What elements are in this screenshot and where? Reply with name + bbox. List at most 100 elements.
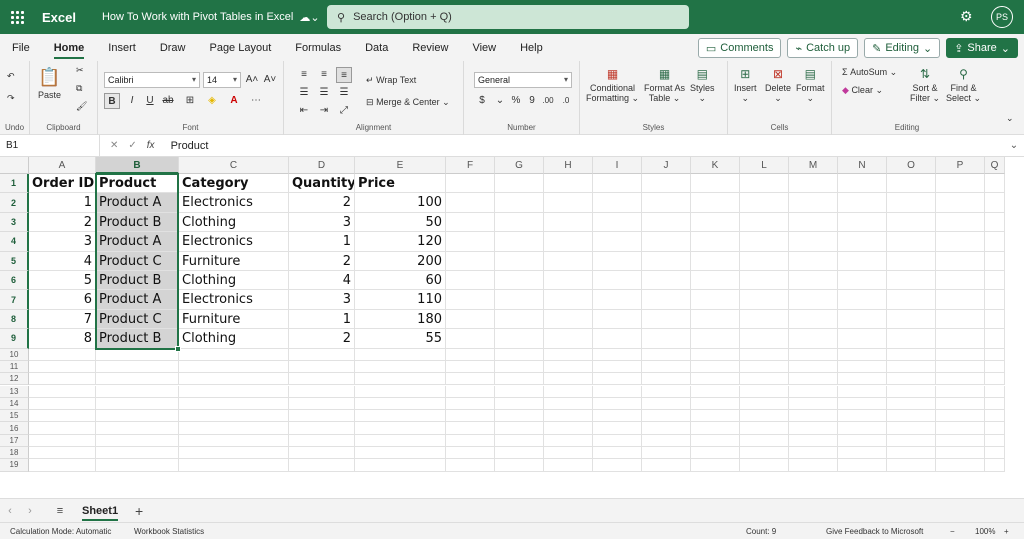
cell-o6[interactable] [887,271,936,291]
cell-q4[interactable] [985,232,1005,252]
cell-k1[interactable] [691,174,740,194]
cell-n2[interactable] [838,193,887,213]
align-center-icon[interactable]: ☰ [316,85,332,101]
sort-filter-button[interactable]: ⇅ Sort & Filter ⌄ [910,67,940,104]
cell-b17[interactable] [96,434,179,447]
cell-o9[interactable] [887,329,936,349]
increase-decimal-icon[interactable]: .00 [540,93,556,109]
cell-g7[interactable] [495,290,544,310]
format-as-table-button[interactable]: ▦ Format As Table ⌄ [644,67,685,104]
cell-f7[interactable] [446,290,495,310]
borders-icon[interactable]: ⊞ [182,93,198,109]
bold-button[interactable]: B [104,93,120,109]
align-bottom-icon[interactable]: ≡ [336,67,352,83]
tab-view[interactable]: View [460,34,508,61]
column-header-g[interactable]: G [495,157,544,174]
cell-l1[interactable] [740,174,789,194]
cell-m4[interactable] [789,232,838,252]
cell-a12[interactable] [29,373,96,386]
row-header-18[interactable]: 18 [0,447,29,460]
cell-e16[interactable] [355,422,446,435]
cell-q15[interactable] [985,410,1005,423]
align-top-icon[interactable]: ≡ [296,67,312,83]
cell-i18[interactable] [593,447,642,460]
cell-e18[interactable] [355,447,446,460]
cell-n7[interactable] [838,290,887,310]
cell-b3[interactable]: Product B [96,212,179,233]
cell-l9[interactable] [740,329,789,349]
find-select-button[interactable]: ⚲ Find & Select ⌄ [946,67,981,104]
cell-p6[interactable] [936,271,985,291]
cell-d9[interactable]: 2 [289,329,355,349]
fill-color-icon[interactable]: ◈ [204,93,220,109]
cell-e6[interactable]: 60 [355,271,446,291]
cell-a16[interactable] [29,422,96,435]
cell-b2[interactable]: Product A [96,193,179,213]
row-header-15[interactable]: 15 [0,410,29,423]
cell-h15[interactable] [544,410,593,423]
column-header-p[interactable]: P [936,157,985,174]
autosave-status-icon[interactable]: ☁⌄ [299,11,319,24]
cell-f6[interactable] [446,271,495,291]
cell-g2[interactable] [495,193,544,213]
cell-p1[interactable] [936,174,985,194]
column-header-j[interactable]: J [642,157,691,174]
cell-j12[interactable] [642,373,691,386]
document-title[interactable]: How To Work with Pivot Tables in Excel [102,11,293,23]
cell-n16[interactable] [838,422,887,435]
comma-style-icon[interactable]: 9 [524,93,540,109]
cell-o17[interactable] [887,434,936,447]
cell-j6[interactable] [642,271,691,291]
cell-b19[interactable] [96,459,179,472]
cell-h11[interactable] [544,360,593,374]
cell-c19[interactable] [179,459,289,472]
decrease-decimal-icon[interactable]: .0 [558,93,574,109]
cell-n5[interactable] [838,251,887,271]
format-painter-icon[interactable]: 🖌 [76,101,87,112]
cell-b11[interactable] [96,360,179,374]
cell-m15[interactable] [789,410,838,423]
cell-b1[interactable]: Product [96,174,179,194]
cell-m18[interactable] [789,447,838,460]
column-header-h[interactable]: H [544,157,593,174]
cell-q3[interactable] [985,212,1005,233]
align-left-icon[interactable]: ☰ [296,85,312,101]
cell-q6[interactable] [985,271,1005,291]
cell-d8[interactable]: 1 [289,309,355,330]
cell-m6[interactable] [789,271,838,291]
cell-c4[interactable]: Electronics [179,232,289,252]
cell-i2[interactable] [593,193,642,213]
cell-p13[interactable] [936,385,985,398]
cell-q11[interactable] [985,360,1005,374]
cell-m1[interactable] [789,174,838,194]
cell-p18[interactable] [936,447,985,460]
worksheet-grid[interactable]: A B C D E F G H I J K L M N O P Q 1 Order ID Product Categor… [0,157,1024,498]
tab-insert[interactable]: Insert [96,34,148,61]
cell-c5[interactable]: Furniture [179,251,289,271]
zoom-level[interactable]: 100% [975,527,995,536]
cell-j4[interactable] [642,232,691,252]
cell-k17[interactable] [691,434,740,447]
cell-o14[interactable] [887,397,936,411]
cell-n13[interactable] [838,385,887,398]
cell-h1[interactable] [544,174,593,194]
underline-button[interactable]: U [142,93,158,109]
all-sheets-icon[interactable]: ≡ [48,505,72,517]
cell-e19[interactable] [355,459,446,472]
delete-cells-button[interactable]: ⊠ Delete ⌄ [765,67,791,104]
row-header-13[interactable]: 13 [0,385,29,398]
cell-j5[interactable] [642,251,691,271]
cell-k5[interactable] [691,251,740,271]
cell-h16[interactable] [544,422,593,435]
cell-l11[interactable] [740,360,789,374]
cell-p7[interactable] [936,290,985,310]
cell-o19[interactable] [887,459,936,472]
cell-n10[interactable] [838,348,887,361]
cell-d6[interactable]: 4 [289,271,355,291]
cell-k2[interactable] [691,193,740,213]
cell-q2[interactable] [985,193,1005,213]
cell-i5[interactable] [593,251,642,271]
settings-gear-icon[interactable]: ⚙ [960,8,973,25]
cell-e12[interactable] [355,373,446,386]
search-input[interactable]: ⚲ Search (Option + Q) [327,5,689,29]
